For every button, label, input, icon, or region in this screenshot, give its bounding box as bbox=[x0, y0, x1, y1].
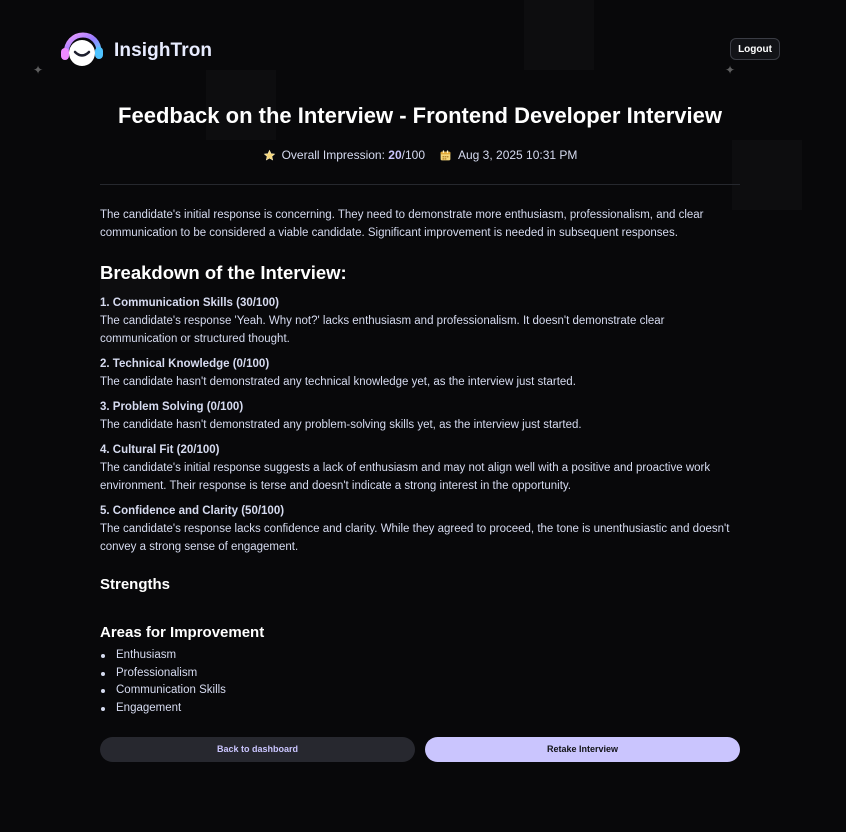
breakdown-title: Breakdown of the Interview: bbox=[100, 262, 347, 283]
impression-label: Overall Impression: bbox=[281, 148, 389, 162]
improvement-title: Areas for Improvement bbox=[100, 624, 265, 641]
category-heading: 5. Confidence and Clarity (50/100) bbox=[100, 505, 285, 517]
list-item: Enthusiasm bbox=[100, 647, 740, 665]
category-problem-solving: 3. Problem Solving (0/100) The candidate… bbox=[100, 398, 740, 434]
interview-date: Aug 3, 2025 10:31 PM bbox=[439, 148, 577, 162]
feedback-summary: The candidate's initial response is conc… bbox=[100, 209, 704, 239]
list-item: Engagement bbox=[100, 700, 740, 718]
logout-button[interactable]: Logout bbox=[730, 38, 780, 60]
category-heading: 4. Cultural Fit (20/100) bbox=[100, 444, 220, 456]
feedback-page: Feedback on the Interview - Frontend Dev… bbox=[100, 100, 740, 762]
category-heading: 3. Problem Solving (0/100) bbox=[100, 401, 244, 413]
overall-impression: Overall Impression: 20/100 bbox=[263, 148, 425, 162]
category-text: The candidate's response 'Yeah. Why not?… bbox=[100, 315, 665, 345]
calendar-icon bbox=[440, 149, 451, 160]
category-confidence: 5. Confidence and Clarity (50/100) The c… bbox=[100, 502, 740, 556]
page-title: Feedback on the Interview - Frontend Dev… bbox=[118, 103, 722, 128]
improvement-list: Enthusiasm Professionalism Communication… bbox=[100, 647, 740, 718]
star-icon bbox=[263, 149, 275, 161]
category-heading: 2. Technical Knowledge (0/100) bbox=[100, 358, 270, 370]
list-item: Professionalism bbox=[100, 665, 740, 683]
category-text: The candidate's response lacks confidenc… bbox=[100, 523, 730, 553]
logo-icon bbox=[61, 32, 103, 66]
category-communication: 1. Communication Skills (30/100) The can… bbox=[100, 294, 740, 348]
background-tile bbox=[732, 140, 802, 210]
top-navbar: InsighTron Logout bbox=[60, 32, 780, 70]
divider bbox=[100, 184, 740, 185]
list-item: Communication Skills bbox=[100, 682, 740, 700]
category-text: The candidate hasn't demonstrated any pr… bbox=[100, 419, 582, 431]
impression-score: 20 bbox=[388, 148, 402, 162]
strengths-title: Strengths bbox=[100, 576, 171, 593]
impression-text: Overall Impression: 20/100 bbox=[282, 148, 425, 162]
category-text: The candidate's initial response suggest… bbox=[100, 462, 711, 492]
brand-name: InsighTron bbox=[114, 40, 213, 61]
interview-meta: Overall Impression: 20/100 Aug 3, 2025 1… bbox=[100, 147, 740, 163]
category-technical: 2. Technical Knowledge (0/100) The candi… bbox=[100, 355, 740, 391]
category-text: The candidate hasn't demonstrated any te… bbox=[100, 376, 576, 388]
date-text: Aug 3, 2025 10:31 PM bbox=[458, 148, 578, 162]
brand[interactable]: InsighTron bbox=[60, 32, 212, 70]
category-cultural-fit: 4. Cultural Fit (20/100) The candidate's… bbox=[100, 441, 740, 495]
action-buttons: Back to dashboard Retake Interview bbox=[100, 736, 740, 762]
impression-score-suffix: /100 bbox=[401, 148, 425, 162]
category-heading: 1. Communication Skills (30/100) bbox=[100, 297, 279, 309]
retake-interview-button[interactable]: Retake Interview bbox=[425, 736, 740, 762]
sparkle-icon: ✦ bbox=[33, 63, 44, 77]
back-to-dashboard-button[interactable]: Back to dashboard bbox=[100, 736, 415, 762]
